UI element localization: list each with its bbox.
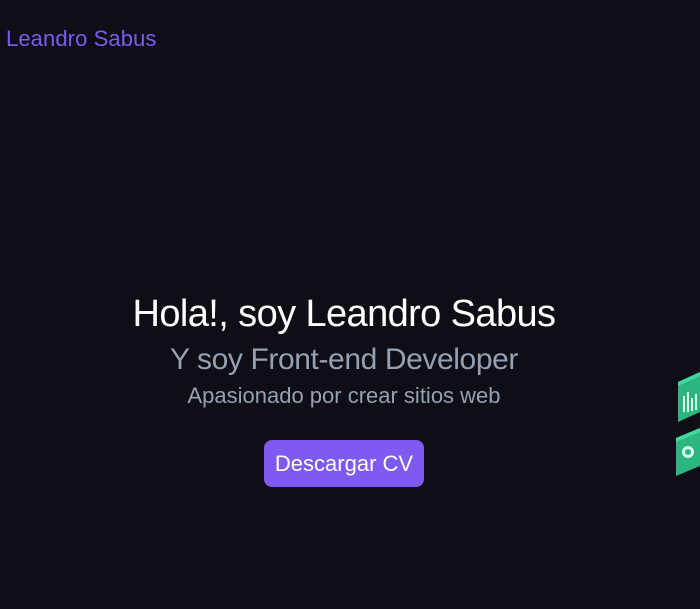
brand-link[interactable]: Leandro Sabus <box>6 28 157 50</box>
page: Leandro Sabus Hola!, soy Leandro Sabus Y… <box>0 0 700 609</box>
chart-icon <box>678 372 700 422</box>
code-icon <box>676 428 700 476</box>
hero-subtitle: Y soy Front-end Developer <box>170 343 518 376</box>
hero-title: Hola!, soy Leandro Sabus <box>132 293 556 335</box>
hero-tagline: Apasionado por crear sitios web <box>187 383 501 408</box>
download-cv-button[interactable]: Descargar CV <box>263 440 425 487</box>
hero-section: Hola!, soy Leandro Sabus Y soy Front-end… <box>0 290 688 487</box>
decorative-illustration <box>670 370 700 480</box>
